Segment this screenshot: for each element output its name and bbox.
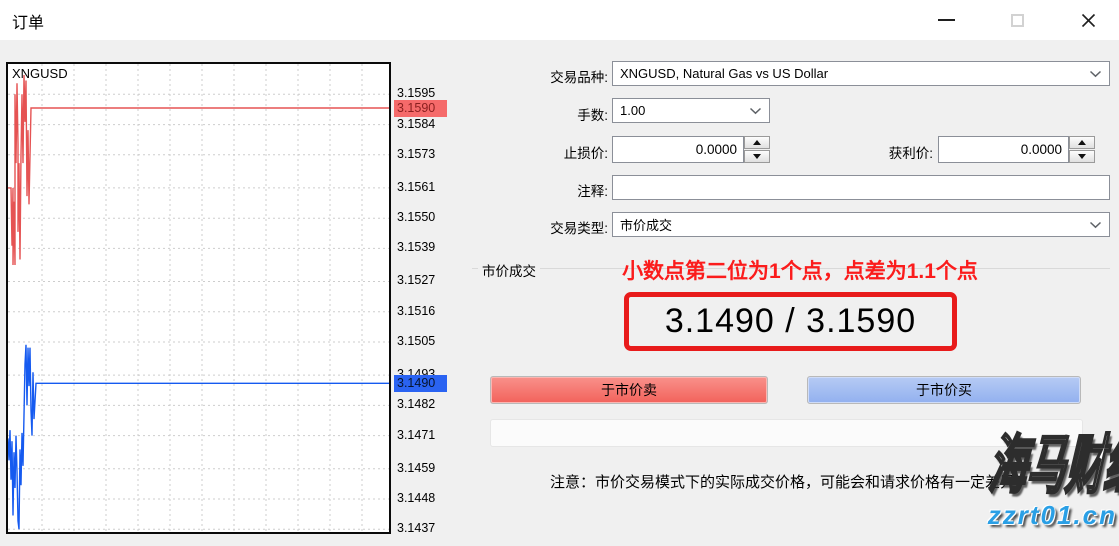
symbol-label: 交易品种: — [470, 66, 608, 86]
sell-by-market-button[interactable]: 于市价卖 — [490, 376, 768, 404]
arrow-up-icon — [753, 140, 761, 145]
price-tick: 3.1527 — [397, 273, 435, 287]
ask-line — [8, 75, 389, 265]
minimize-icon — [938, 19, 955, 21]
chevron-down-icon — [1089, 70, 1102, 78]
comment-label: 注释: — [470, 180, 608, 200]
arrow-down-icon — [753, 154, 761, 159]
stop-loss-increment-button[interactable] — [744, 136, 770, 149]
volume-select[interactable]: 1.00 — [612, 98, 770, 123]
order-status-bar — [490, 419, 1083, 447]
take-profit-stepper — [1069, 136, 1095, 163]
order-dialog-body: XNGUSD 3.15953.15843.15733.15613.15503.1… — [0, 40, 1119, 546]
price-scale: 3.1595 3.1584 3.1573 3.1561 3.1550 3.1539 3.15… — [394, 62, 452, 536]
maximize-button — [993, 0, 1041, 40]
take-profit-decrement-button[interactable] — [1069, 150, 1095, 163]
price-tick: 3.1584 — [397, 117, 435, 131]
tick-chart: XNGUSD — [6, 62, 391, 534]
arrow-up-icon — [1078, 140, 1086, 145]
bid-line — [8, 345, 389, 529]
title-bar: 订单 — [0, 0, 1119, 40]
bid-ask-price: 3.1490 / 3.1590 — [665, 302, 916, 341]
close-button[interactable] — [1064, 0, 1112, 40]
order-type-label: 交易类型: — [470, 217, 608, 237]
execution-note: 注意：市价交易模式下的实际成交价格，可能会和请求价格有一定差异！ — [465, 471, 1115, 492]
price-tick: 3.1471 — [397, 428, 435, 442]
watermark-url: zzrt01.cn — [887, 500, 1117, 531]
take-profit-label: 获利价: — [795, 142, 933, 162]
price-tick: 3.1459 — [397, 461, 435, 475]
price-highlight-frame: 3.1490 / 3.1590 — [624, 292, 957, 351]
volume-label: 手数: — [470, 104, 608, 124]
symbol-value: XNGUSD, Natural Gas vs US Dollar — [620, 66, 828, 81]
chevron-down-icon — [749, 107, 762, 115]
tick-chart-canvas — [8, 64, 389, 532]
price-tick: 3.1573 — [397, 147, 435, 161]
price-tick: 3.1516 — [397, 304, 435, 318]
price-tick: 3.1482 — [397, 397, 435, 411]
stop-loss-decrement-button[interactable] — [744, 150, 770, 163]
take-profit-increment-button[interactable] — [1069, 136, 1095, 149]
bid-price-badge: 3.1490 — [394, 375, 447, 392]
price-tick: 3.1448 — [397, 491, 435, 505]
buy-by-market-button[interactable]: 于市价买 — [807, 376, 1081, 404]
price-tick: 3.1561 — [397, 180, 435, 194]
stop-loss-stepper — [744, 136, 770, 163]
price-tick: 3.1505 — [397, 334, 435, 348]
ask-price-badge: 3.1590 — [394, 100, 447, 117]
group-label: 市价成交 — [478, 260, 540, 280]
order-type-select[interactable]: 市价成交 — [612, 212, 1110, 237]
price-tick: 3.1539 — [397, 240, 435, 254]
chevron-down-icon — [1089, 221, 1102, 229]
window-title: 订单 — [12, 9, 44, 33]
order-type-value: 市价成交 — [620, 215, 672, 234]
maximize-icon — [1011, 14, 1024, 27]
spread-annotation: 小数点第二位为1个点，点差为1.1个点 — [575, 255, 1025, 285]
arrow-down-icon — [1078, 154, 1086, 159]
comment-input[interactable] — [612, 175, 1110, 200]
symbol-select[interactable]: XNGUSD, Natural Gas vs US Dollar — [612, 61, 1110, 86]
price-tick: 3.1437 — [397, 521, 435, 535]
stop-loss-input[interactable] — [612, 136, 744, 163]
minimize-button[interactable] — [922, 0, 970, 40]
volume-value: 1.00 — [620, 103, 645, 118]
take-profit-input[interactable] — [938, 136, 1069, 163]
price-tick: 3.1595 — [397, 86, 435, 100]
price-tick: 3.1550 — [397, 210, 435, 224]
close-icon — [1081, 13, 1096, 28]
stop-loss-label: 止损价: — [470, 142, 608, 162]
chart-symbol-label: XNGUSD — [12, 66, 68, 81]
